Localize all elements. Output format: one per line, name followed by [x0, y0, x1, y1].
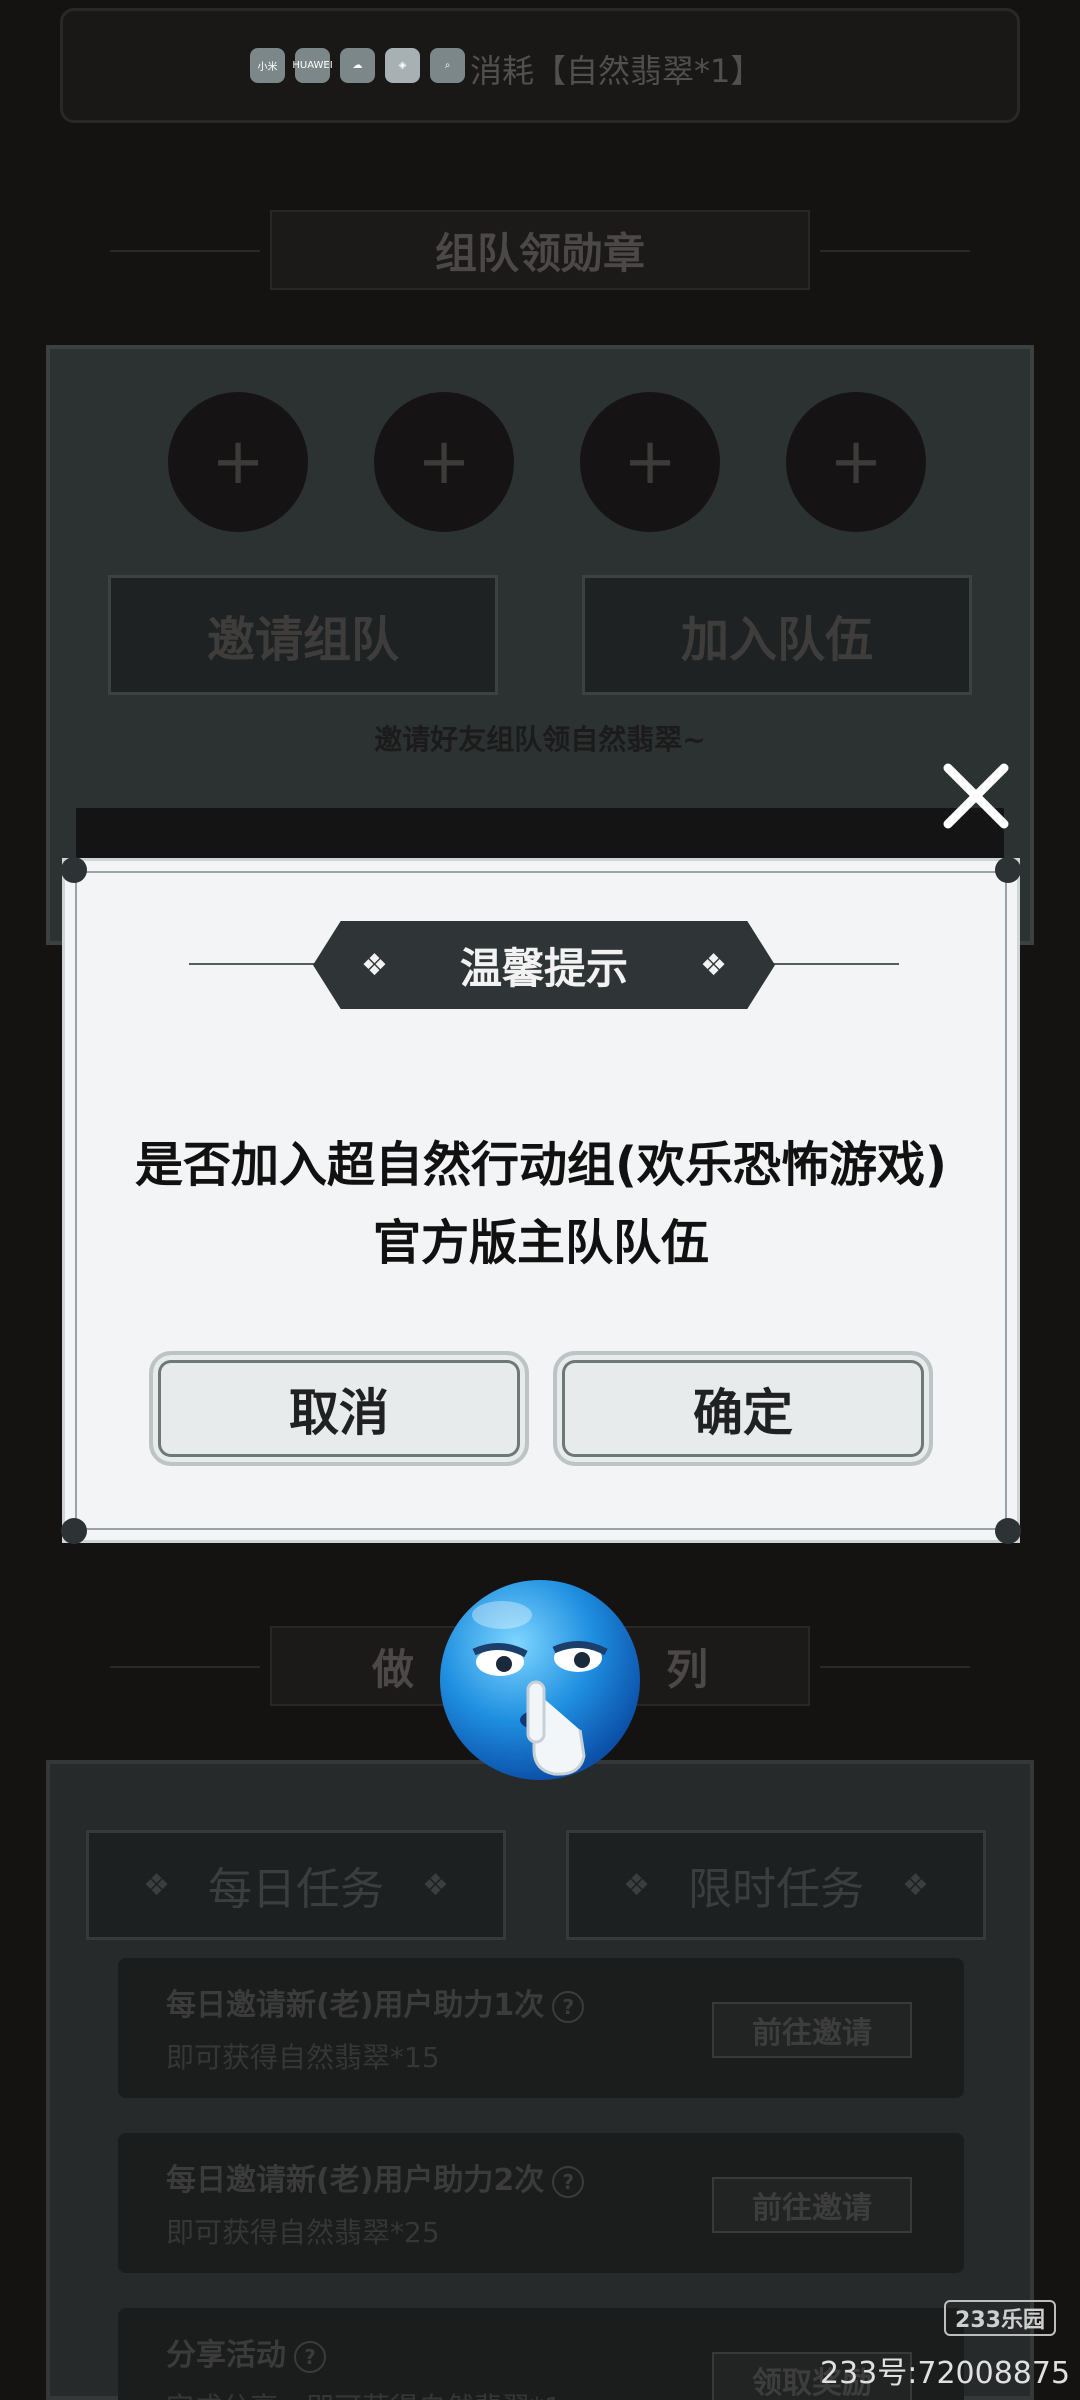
corner-ornament — [61, 857, 87, 883]
header-divider-left — [110, 250, 260, 252]
ornament-icon: ❖ — [422, 1867, 449, 1903]
ornament-icon: ❖ — [361, 947, 388, 983]
task-desc: 即可获得自然翡翠*15 — [166, 2041, 440, 2074]
task-title: 每日邀请新(老)用户助力2次? — [166, 2155, 585, 2199]
team-slot-3[interactable]: + — [580, 392, 720, 532]
task-item: 每日邀请新(老)用户助力1次? 即可获得自然翡翠*15 前往邀请 — [118, 1958, 964, 2098]
task-title: 分享活动? — [166, 2330, 326, 2374]
tasks-title-start: 做 — [372, 1644, 415, 1694]
corner-ornament — [995, 857, 1021, 883]
oppo-store-icon[interactable]: ☁ — [340, 48, 375, 83]
team-section-header: 组队领勋章 — [0, 200, 1080, 300]
ornament-icon: ❖ — [902, 1867, 929, 1903]
help-icon[interactable]: ? — [294, 2340, 326, 2373]
go-invite-button[interactable]: 前往邀请 — [712, 2177, 912, 2233]
corner-ornament — [995, 1518, 1021, 1544]
help-icon[interactable]: ? — [552, 1990, 585, 2023]
watermark-logo: 233乐园 — [944, 2300, 1056, 2336]
close-icon[interactable] — [936, 756, 1016, 836]
dialog-message: 是否加入超自然行动组(欢乐恐怖游戏) 官方版主队队伍 — [65, 1126, 1017, 1282]
tab-daily-tasks[interactable]: ❖ 每日任务 ❖ — [86, 1830, 506, 1940]
invite-team-button[interactable]: 邀请组队 — [108, 575, 498, 695]
help-icon[interactable]: ? — [552, 2165, 585, 2198]
team-section-title: 组队领勋章 — [270, 210, 810, 290]
title-divider-left — [189, 963, 329, 965]
task-desc: 即可获得自然翡翠*25 — [166, 2216, 440, 2249]
watermark-id: 233号:72008875 — [820, 2356, 1071, 2391]
confirm-button[interactable]: 确定 — [553, 1351, 933, 1466]
tab-daily-label: 每日任务 — [208, 1864, 384, 1915]
store-icons: 小米 HUAWEI ☁ ◈ ⌕ — [250, 48, 465, 83]
corner-ornament — [61, 1518, 87, 1544]
go-invite-button[interactable]: 前往邀请 — [712, 2002, 912, 2058]
task-item: 每日邀请新(老)用户助力2次? 即可获得自然翡翠*25 前往邀请 — [118, 2133, 964, 2273]
cancel-button[interactable]: 取消 — [149, 1351, 529, 1466]
header-divider-left — [110, 1666, 260, 1668]
huawei-store-icon[interactable]: HUAWEI — [292, 48, 333, 83]
dialog-title: 温馨提示 — [459, 943, 628, 993]
invite-hint: 邀请好友组队领自然翡翠~ — [374, 723, 706, 756]
dialog-message-line2: 官方版主队队伍 — [372, 1215, 709, 1271]
consume-text: 消耗【自然翡翠*1】 — [470, 52, 763, 90]
join-team-button[interactable]: 加入队伍 — [582, 575, 972, 695]
team-slot-2[interactable]: + — [374, 392, 514, 532]
team-slot-1[interactable]: + — [168, 392, 308, 532]
task-desc: 完成分享，即可获得自然翡翠*1 — [166, 2386, 562, 2400]
ornament-icon: ❖ — [143, 1867, 170, 1903]
tasks-title-end: 列 — [665, 1644, 708, 1694]
team-slot-4[interactable]: + — [786, 392, 926, 532]
ornament-icon: ❖ — [700, 947, 727, 983]
tab-limited-tasks[interactable]: ❖ 限时任务 ❖ — [566, 1830, 986, 1940]
search-icon[interactable]: ⌕ — [430, 48, 465, 83]
shush-emoji-icon — [440, 1580, 640, 1780]
header-divider-right — [820, 1666, 970, 1668]
dialog-title-plaque: ❖ 温馨提示 ❖ — [313, 921, 775, 1009]
dialog-message-line1: 是否加入超自然行动组(欢乐恐怖游戏) — [135, 1137, 947, 1193]
task-title: 每日邀请新(老)用户助力1次? — [166, 1980, 585, 2024]
vivo-store-icon[interactable]: ◈ — [385, 48, 420, 83]
xiaomi-store-icon[interactable]: 小米 — [250, 48, 285, 83]
tip-dialog: ❖ 温馨提示 ❖ 是否加入超自然行动组(欢乐恐怖游戏) 官方版主队队伍 取消 确… — [61, 857, 1021, 1544]
tab-limited-label: 限时任务 — [688, 1864, 864, 1915]
title-divider-right — [759, 963, 899, 965]
ornament-icon: ❖ — [623, 1867, 650, 1903]
header-divider-right — [820, 250, 970, 252]
